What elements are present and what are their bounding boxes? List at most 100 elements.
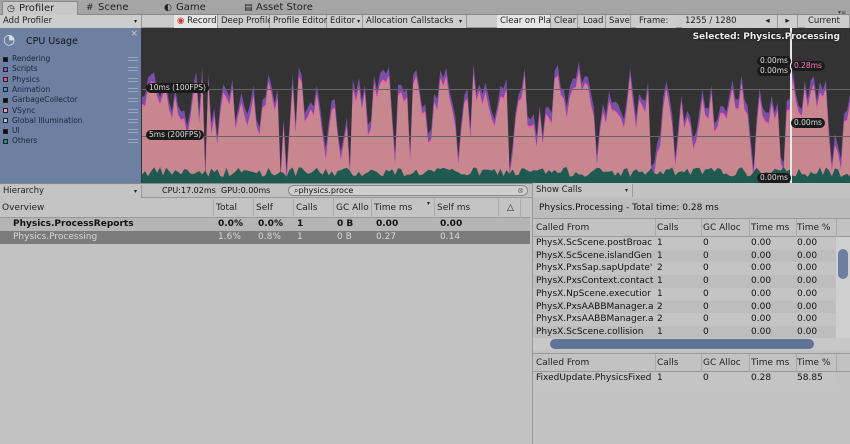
legend-item-vsync[interactable]: VSync: [3, 106, 140, 116]
clear-on-play-button[interactable]: Clear on Play: [497, 15, 556, 28]
list-item[interactable]: PhysX.PxsAABBManager.a 2 0 0.00 0.00: [533, 300, 835, 314]
column-calls[interactable]: Calls: [294, 199, 334, 218]
close-icon[interactable]: ×: [130, 29, 138, 39]
value-label: 0.00ms: [757, 173, 791, 183]
list-item[interactable]: PhysX.PxsSap.sapUpdate' 2 0 0.00 0.00: [533, 262, 835, 276]
color-swatch[interactable]: [3, 97, 8, 103]
legend-item-animation[interactable]: Animation: [3, 85, 140, 95]
view-mode-dropdown[interactable]: Hierarchy ▾: [0, 185, 142, 198]
column-calls[interactable]: Calls: [654, 219, 702, 238]
save-button[interactable]: Save: [606, 15, 631, 28]
cell: 0: [703, 276, 709, 287]
warning-icon[interactable]: △: [499, 199, 521, 218]
table-row[interactable]: Physics.ProcessReports 0.0% 0.0% 1 0 B 0.00 0.…: [0, 218, 530, 231]
legend-item-rendering[interactable]: Rendering: [3, 54, 140, 64]
cpu-usage-graph[interactable]: 10ms (100FPS) 5ms (200FPS) Selected: Phy…: [142, 28, 850, 183]
clear-button[interactable]: Clear: [551, 15, 578, 28]
color-swatch[interactable]: [3, 56, 8, 62]
cell: 0.00: [797, 314, 818, 325]
legend-item-garbagecollector[interactable]: GarbageCollector: [3, 95, 140, 105]
cell: 0: [703, 263, 709, 274]
legend-item-others[interactable]: Others: [3, 136, 140, 146]
add-profiler-dropdown[interactable]: Add Profiler ▾: [0, 15, 142, 28]
list-item[interactable]: PhysX.PxsContext.contact 1 0 0.00 0.00: [533, 275, 835, 288]
scrollbar-thumb[interactable]: [838, 249, 848, 279]
deep-profile-button[interactable]: Deep Profile: [218, 15, 273, 28]
search-input[interactable]: ⌕physics.proce ⊗: [288, 185, 528, 196]
legend-item-scripts[interactable]: Scripts: [3, 64, 140, 74]
list-item[interactable]: PhysX.ScScene.collision 1 0 0.00 0.00: [533, 325, 835, 339]
list-item[interactable]: PhysX.NpScene.executior 1 0 0.00 0.00: [533, 287, 835, 301]
cell: 1: [657, 373, 663, 383]
tab-profiler[interactable]: ◷ Profiler: [2, 1, 78, 15]
column-gc-alloc[interactable]: GC Alloc: [700, 219, 750, 238]
drag-handle-icon[interactable]: [128, 98, 138, 103]
drag-handle-icon[interactable]: [128, 77, 138, 82]
column-gc-alloc[interactable]: GC Alloc: [700, 354, 750, 373]
legend-item-physics[interactable]: Physics: [3, 75, 140, 85]
current-frame-button[interactable]: Current: [805, 15, 850, 28]
drag-handle-icon[interactable]: [128, 57, 138, 61]
drag-handle-icon[interactable]: [128, 67, 138, 72]
label-5ms: 5ms (200FPS): [146, 130, 205, 140]
drag-handle-icon[interactable]: [128, 87, 138, 92]
cell: 0.00: [376, 219, 399, 229]
clear-search-icon[interactable]: ⊗: [517, 186, 524, 195]
cell: 0.00: [751, 276, 772, 287]
previous-frame-button[interactable]: ◂: [758, 15, 778, 28]
column-self[interactable]: Self: [254, 199, 294, 218]
color-swatch[interactable]: [3, 138, 8, 144]
table-row[interactable]: Physics.Processing 1.6% 0.8% 1 0 B 0.27 0.14: [0, 231, 530, 244]
color-swatch[interactable]: [3, 108, 8, 113]
column-calls[interactable]: Calls: [654, 354, 702, 373]
load-button[interactable]: Load: [580, 15, 606, 28]
list-item[interactable]: FixedUpdate.PhysicsFixed 1 0 0.28 58.85: [533, 372, 835, 385]
drag-handle-icon[interactable]: [128, 139, 138, 144]
gridline-10ms: [142, 89, 850, 90]
column-time-ms[interactable]: Time ms ▾: [372, 199, 435, 218]
drag-handle-icon[interactable]: [128, 118, 138, 123]
list-item[interactable]: PhysX.ScScene.islandGen 1 0 0.00 0.00: [533, 249, 835, 263]
color-swatch[interactable]: [3, 66, 8, 72]
column-time-[interactable]: Time %: [794, 219, 837, 238]
next-frame-button[interactable]: ▸: [778, 15, 798, 28]
legend-item-global-illumination[interactable]: Global Illumination: [3, 116, 140, 126]
vertical-scrollbar[interactable]: [836, 237, 850, 338]
column-self-ms[interactable]: Self ms: [435, 199, 499, 218]
show-calls-dropdown[interactable]: Show Calls ▾: [533, 184, 633, 197]
cell: 0: [703, 373, 709, 383]
color-swatch[interactable]: [3, 118, 8, 124]
cell: 0.00: [751, 238, 772, 248]
list-item[interactable]: PhysX.PxsAABBManager.a 2 0 0.00 0.00: [533, 313, 835, 326]
details-panel: Show Calls ▾ Physics.Processing - Total t…: [532, 183, 850, 444]
column-total[interactable]: Total: [214, 199, 254, 218]
gpu-time: GPU:0.00ms: [221, 186, 271, 195]
cell: PhysX.ScScene.islandGen: [536, 250, 652, 261]
scrollbar-thumb[interactable]: [550, 339, 814, 349]
column-time-ms[interactable]: Time ms: [748, 219, 797, 238]
allocation-callstacks-dropdown[interactable]: Allocation Callstacks ▾: [363, 15, 467, 28]
profile-editor-button[interactable]: Profile Editor: [270, 15, 327, 28]
horizontal-scrollbar[interactable]: [533, 338, 850, 350]
drag-handle-icon[interactable]: [128, 129, 138, 134]
tab-scene[interactable]: # Scene: [82, 1, 152, 15]
column-time-ms[interactable]: Time ms: [748, 354, 797, 373]
column-time-[interactable]: Time %: [794, 354, 837, 373]
color-swatch[interactable]: [3, 128, 8, 134]
list-item[interactable]: PhysX.ScScene.postBroac 1 0 0.00 0.00: [533, 237, 835, 250]
cell: 2: [657, 301, 663, 312]
column-overview[interactable]: Overview: [0, 199, 214, 218]
editor-dropdown[interactable]: Editor ▾: [327, 15, 363, 28]
column-gc-alloc[interactable]: GC Allo: [334, 199, 372, 218]
color-swatch[interactable]: [3, 77, 8, 83]
color-swatch[interactable]: [3, 87, 8, 93]
cell: PhysX.PxsContext.contact: [536, 276, 654, 287]
column-called-from[interactable]: Called From: [533, 219, 656, 238]
selected-frame-marker[interactable]: [790, 28, 792, 183]
legend-item-ui[interactable]: UI: [3, 126, 140, 136]
drag-handle-icon[interactable]: [128, 108, 138, 113]
tab-asset-store[interactable]: ▤ Asset Store: [240, 1, 330, 15]
column-called-from[interactable]: Called From: [533, 354, 656, 373]
tab-game[interactable]: ◐ Game: [160, 1, 230, 15]
record-button[interactable]: ◉ Record: [174, 15, 218, 28]
